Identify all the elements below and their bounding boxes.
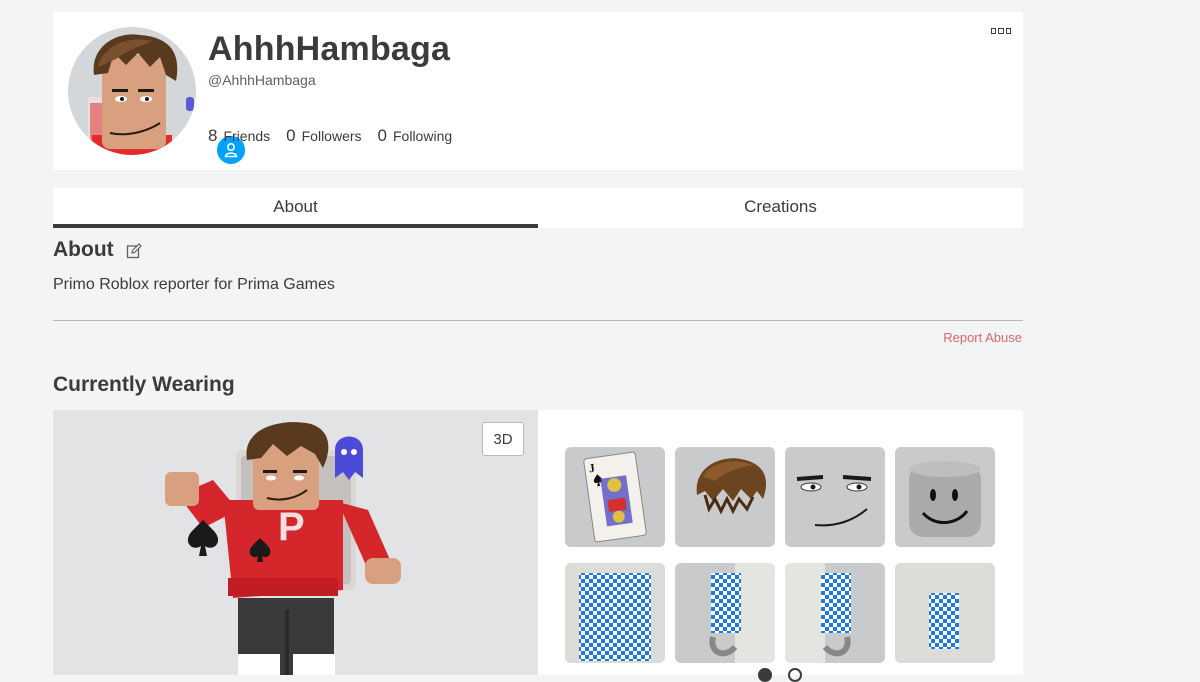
- blue-checkered-shirt-icon[interactable]: [565, 563, 665, 663]
- display-name: AhhhHambaga: [208, 30, 451, 68]
- report-abuse-link[interactable]: Report Abuse: [943, 330, 1022, 345]
- following-label: Following: [393, 128, 453, 144]
- smug-face-icon[interactable]: [785, 447, 885, 547]
- profile-tabs: About Creations: [53, 188, 1023, 228]
- edit-icon[interactable]: [126, 243, 142, 259]
- friends-count: 8: [208, 126, 218, 145]
- about-description: Primo Roblox reporter for Prima Games: [53, 276, 335, 293]
- toggle-3d-button[interactable]: 3D: [482, 422, 524, 456]
- currently-wearing-heading: Currently Wearing: [53, 373, 235, 396]
- more-options-icon[interactable]: [991, 26, 1011, 36]
- blue-checkered-leg-icon[interactable]: [895, 563, 995, 663]
- avatar-3d-preview[interactable]: P 3D: [53, 410, 538, 675]
- avatar-headshot-icon: [88, 34, 194, 155]
- svg-text:P: P: [278, 505, 305, 549]
- left-arm-icon[interactable]: [675, 563, 775, 663]
- followers-label: Followers: [301, 128, 362, 144]
- tab-creations[interactable]: Creations: [538, 188, 1023, 228]
- friends-stat[interactable]: 8 Friends: [208, 126, 270, 146]
- avatar[interactable]: [68, 27, 196, 155]
- brown-hair-icon[interactable]: [675, 447, 775, 547]
- right-arm-icon[interactable]: [785, 563, 885, 663]
- profile-header: AhhhHambaga @AhhhHambaga 8 Friends 0 Follo…: [53, 12, 1023, 170]
- profile-stats: 8 Friends 0 Followers 0 Following: [208, 126, 452, 146]
- tab-about[interactable]: About: [53, 188, 538, 228]
- spade-card-back-accessory-icon[interactable]: J: [565, 447, 665, 547]
- default-head-icon[interactable]: [895, 447, 995, 547]
- following-count: 0: [377, 126, 387, 145]
- friends-label: Friends: [223, 128, 271, 144]
- following-stat[interactable]: 0 Following: [378, 126, 453, 146]
- wearing-items-panel: J: [538, 410, 1023, 682]
- carousel-dot-1[interactable]: [758, 668, 772, 682]
- carousel-dot-2[interactable]: [788, 668, 802, 682]
- avatar-figure-icon: P: [165, 422, 401, 675]
- followers-stat[interactable]: 0 Followers: [286, 126, 361, 146]
- divider: [53, 320, 1023, 321]
- username: @AhhhHambaga: [208, 72, 316, 88]
- about-heading: About: [53, 238, 114, 261]
- followers-count: 0: [286, 126, 296, 145]
